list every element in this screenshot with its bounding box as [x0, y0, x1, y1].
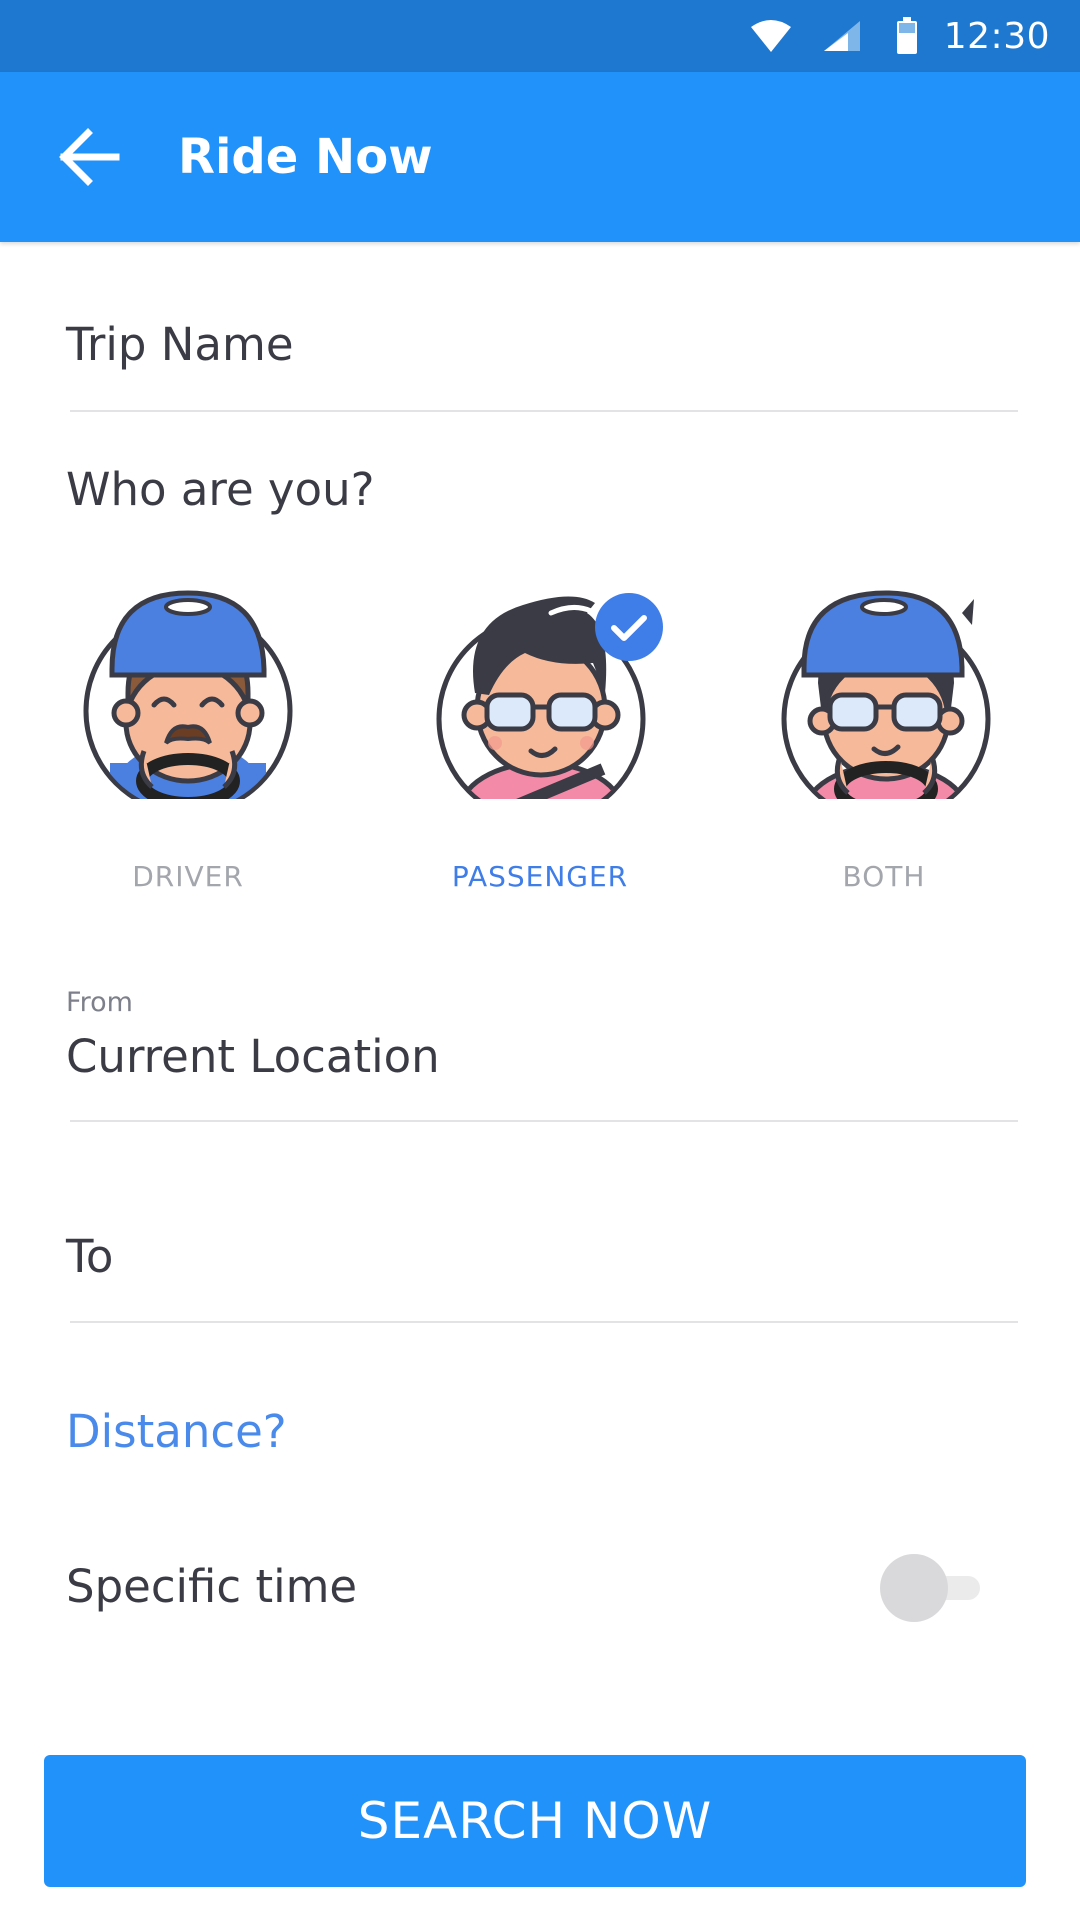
selected-check-icon — [595, 593, 663, 661]
page-title: Ride Now — [178, 129, 433, 185]
battery-icon — [896, 17, 917, 54]
driver-avatar[interactable] — [80, 583, 296, 799]
trip-name-field[interactable]: Trip Name — [66, 318, 294, 371]
to-field[interactable]: To — [66, 1230, 113, 1283]
driver-illustration — [83, 590, 293, 799]
from-field[interactable]: Current Location — [66, 1030, 440, 1083]
both-illustration — [781, 590, 991, 799]
role-both-label[interactable]: BOTH — [754, 860, 1014, 893]
to-underline — [70, 1321, 1018, 1323]
role-question: Who are you? — [66, 463, 375, 516]
status-bar: 12:30 — [0, 0, 1080, 72]
specific-time-toggle[interactable] — [880, 1553, 1000, 1623]
passenger-avatar[interactable] — [433, 583, 663, 799]
distance-link[interactable]: Distance? — [66, 1405, 287, 1458]
search-now-button[interactable]: SEARCH NOW — [44, 1755, 1026, 1887]
app-bar: Ride Now — [0, 72, 1080, 242]
status-time: 12:30 — [943, 15, 1050, 57]
trip-name-underline — [70, 410, 1018, 412]
wifi-icon — [750, 20, 791, 52]
both-avatar[interactable] — [778, 583, 994, 799]
role-driver-label[interactable]: DRIVER — [58, 860, 318, 893]
from-label: From — [66, 987, 133, 1018]
role-passenger-label[interactable]: PASSENGER — [410, 860, 670, 893]
back-button[interactable] — [54, 122, 124, 192]
arrow-left-icon — [59, 128, 120, 186]
signal-icon — [823, 21, 860, 51]
toggle-thumb — [880, 1554, 948, 1622]
status-icons: 12:30 — [750, 0, 1050, 72]
specific-time-label: Specific time — [66, 1560, 358, 1613]
from-underline — [70, 1120, 1018, 1122]
